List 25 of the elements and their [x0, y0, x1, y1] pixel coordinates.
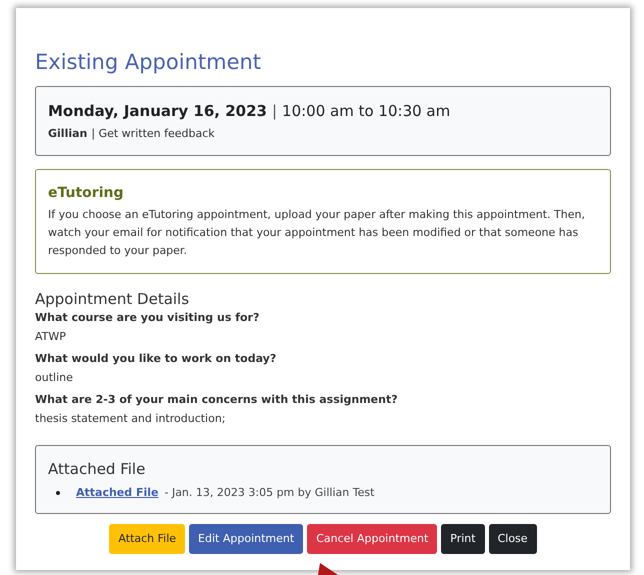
- attachment-heading: Attached File: [48, 459, 146, 480]
- service-type: | Get written feedback: [91, 126, 215, 142]
- appointment-time: 10:00 am to 10:30 am: [282, 101, 450, 122]
- file-link[interactable]: Attached File: [76, 484, 158, 501]
- details-heading: Appointment Details: [35, 289, 190, 310]
- answer-text: outline: [35, 370, 74, 386]
- action-button[interactable]: Print: [441, 524, 485, 554]
- question-label: What would you like to work on today?: [35, 351, 278, 367]
- dialog-title: Existing Appointment: [35, 49, 262, 76]
- answer-text: ATWP: [35, 328, 67, 344]
- tutor-name: Gillian: [48, 126, 88, 142]
- bullet-icon: [56, 490, 60, 495]
- action-button[interactable]: Close: [488, 524, 537, 554]
- notice-text: If you choose an eTutoring appointment, upload your paper after making this appointment. Then, watch your email for notification that your appointment has been modified or that someone has responded to your paper.: [48, 207, 586, 259]
- separator: |: [272, 101, 278, 122]
- notice-title: eTutoring: [48, 184, 124, 203]
- action-button[interactable]: Cancel Appointment: [307, 524, 438, 554]
- appointment-date: Monday, January 16, 2023: [48, 101, 267, 122]
- action-button[interactable]: Attach File: [109, 524, 186, 554]
- answer-text: thesis statement and introduction;: [35, 410, 227, 426]
- question-label: What course are you visiting us for?: [35, 310, 260, 326]
- question-label: What are 2-3 of your main concerns with this assignment?: [35, 392, 399, 408]
- file-info: - Jan. 13, 2023 3:05 pm by Gillian Test: [164, 484, 374, 500]
- pointer-arrow-icon: [318, 563, 340, 575]
- action-button[interactable]: Edit Appointment: [189, 524, 304, 554]
